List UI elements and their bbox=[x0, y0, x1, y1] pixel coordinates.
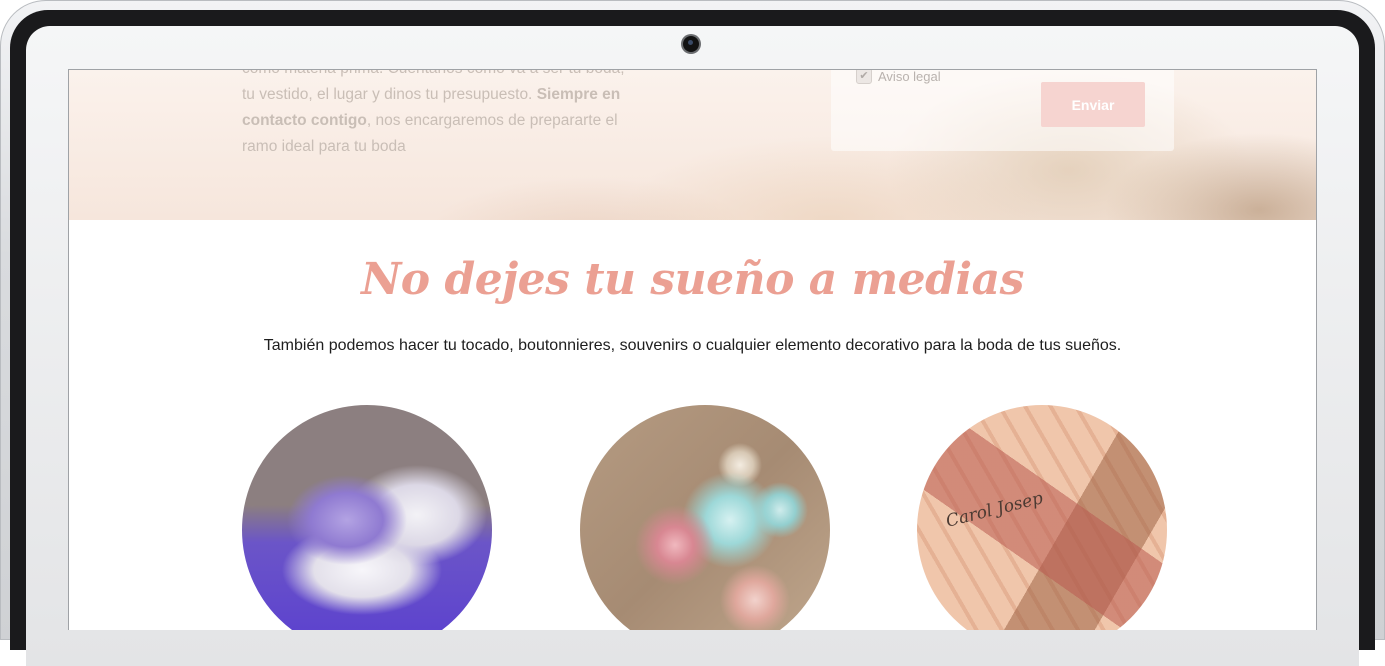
souvenir-tags-photo[interactable]: Carol Josep bbox=[917, 405, 1167, 630]
paper-rosettes-photo[interactable] bbox=[580, 405, 830, 630]
hero-line-2: tu vestido, el lugar y dinos tu presupue… bbox=[242, 86, 621, 103]
tag-caption: Carol Josep bbox=[944, 488, 1046, 532]
contact-form: ✔ Aviso legal Enviar bbox=[831, 70, 1174, 151]
camera-icon bbox=[683, 36, 699, 52]
legal-notice-checkbox[interactable]: ✔ Aviso legal bbox=[856, 70, 941, 84]
hero-line-3: contacto contigo, nos encargaremos de pr… bbox=[242, 112, 618, 129]
hero-banner: como materia prima. Cuéntanos como va a … bbox=[69, 70, 1316, 220]
section-title: No dejes tu sueño a medias bbox=[361, 254, 1024, 305]
hero-line-1: como materia prima. Cuéntanos como va a … bbox=[242, 70, 662, 82]
check-icon[interactable]: ✔ bbox=[856, 70, 872, 84]
boutonniere-photo[interactable] bbox=[242, 405, 492, 630]
webpage-screen: como materia prima. Cuéntanos como va a … bbox=[68, 69, 1317, 630]
hero-description: como materia prima. Cuéntanos como va a … bbox=[242, 70, 662, 160]
hero-line-4: ramo ideal para tu boda bbox=[242, 138, 406, 155]
legal-notice-label: Aviso legal bbox=[878, 70, 941, 84]
section-subtitle: También podemos hacer tu tocado, boutonn… bbox=[263, 337, 1122, 354]
send-button[interactable]: Enviar bbox=[1041, 82, 1145, 127]
laptop-frame: como materia prima. Cuéntanos como va a … bbox=[0, 0, 1385, 666]
